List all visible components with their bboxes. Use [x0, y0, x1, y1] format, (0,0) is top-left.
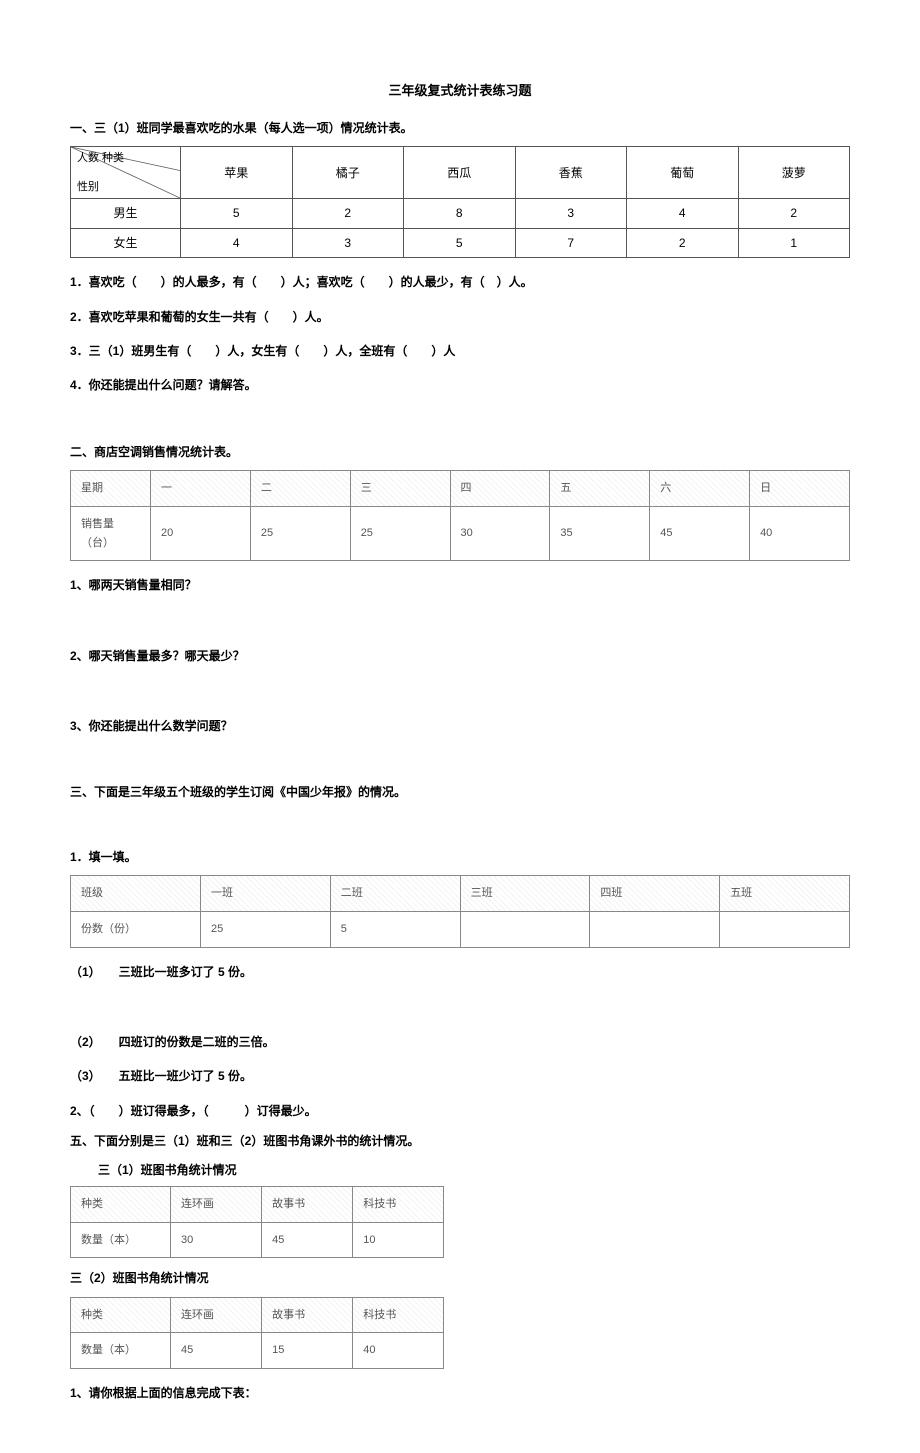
fruit-cell: 4: [627, 199, 739, 228]
sub-table: 班级 一班 二班 三班 四班 五班 份数（份） 25 5: [70, 875, 850, 947]
s2-q3: 3、你还能提出什么数学问题？: [70, 716, 850, 736]
section3-heading: 三、下面是三年级五个班级的学生订阅《中国少年报》的情况。: [70, 782, 850, 802]
fruit-cell: 1: [738, 228, 850, 257]
sub-cell: 四班: [590, 876, 720, 912]
corner-top-label: 人数 种类: [77, 149, 124, 168]
book-cell: 科技书: [353, 1297, 444, 1333]
fruit-cell: 2: [627, 228, 739, 257]
s5-t1-title: 三（1）班图书角统计情况: [98, 1160, 850, 1180]
fruit-col: 西瓜: [404, 147, 516, 199]
fruit-col: 香蕉: [515, 147, 627, 199]
fruit-cell: 5: [181, 199, 293, 228]
ac-cell: 25: [350, 506, 450, 560]
book-cell: 故事书: [262, 1297, 353, 1333]
sub-cell: 三班: [460, 876, 590, 912]
sub-cell: 一班: [201, 876, 331, 912]
ac-cell: 二: [250, 471, 350, 507]
s1-q1: 1．喜欢吃（ ）的人最多，有（ ）人；喜欢吃（ ）的人最少，有（ ）人。: [70, 272, 850, 292]
ac-cell: 六: [650, 471, 750, 507]
s3-c3: （3） 五班比一班少订了 5 份。: [70, 1066, 850, 1086]
sub-cell: 5: [330, 911, 460, 947]
book-cell: 45: [171, 1333, 262, 1369]
ac-cell: 45: [650, 506, 750, 560]
fruit-cell: 2: [292, 199, 404, 228]
book-cell: 30: [171, 1222, 262, 1258]
book-cell: 连环画: [171, 1186, 262, 1222]
book-cell: 数量（本）: [71, 1333, 171, 1369]
ac-table: 星期 一 二 三 四 五 六 日 销售量（台） 20 25 25 30 35 4…: [70, 470, 850, 561]
s5-q1: 1、请你根据上面的信息完成下表：: [70, 1383, 850, 1403]
sub-cell: [720, 911, 850, 947]
ac-cell: 四: [450, 471, 550, 507]
ac-cell: 35: [550, 506, 650, 560]
section2-heading: 二、商店空调销售情况统计表。: [70, 442, 850, 462]
ac-cell: 一: [151, 471, 251, 507]
book-cell: 45: [262, 1222, 353, 1258]
book-table-2: 种类 连环画 故事书 科技书 数量（本） 45 15 40: [70, 1297, 444, 1369]
book-cell: 15: [262, 1333, 353, 1369]
ac-cell: 五: [550, 471, 650, 507]
s2-q1: 1、哪两天销售量相同？: [70, 575, 850, 595]
ac-cell: 销售量（台）: [71, 506, 151, 560]
sub-cell: 份数（份）: [71, 911, 201, 947]
fruit-cell: 2: [738, 199, 850, 228]
fruit-cell: 4: [181, 228, 293, 257]
section5-heading: 五、下面分别是三（1）班和三（2）班图书角课外书的统计情况。: [70, 1131, 850, 1151]
sub-cell: [590, 911, 720, 947]
ac-cell: 20: [151, 506, 251, 560]
s3-c1: （1） 三班比一班多订了 5 份。: [70, 962, 850, 982]
ac-cell: 25: [250, 506, 350, 560]
s3-c2: （2） 四班订的份数是二班的三倍。: [70, 1032, 850, 1052]
book-cell: 种类: [71, 1186, 171, 1222]
sub-cell: 25: [201, 911, 331, 947]
ac-cell: 40: [750, 506, 850, 560]
corner-bottom-label: 性别: [77, 178, 99, 197]
fruit-col: 苹果: [181, 147, 293, 199]
sub-cell: 二班: [330, 876, 460, 912]
fruit-corner-cell: 人数 种类 性别: [71, 147, 181, 199]
section1-heading: 一、三（1）班同学最喜欢吃的水果（每人选一项）情况统计表。: [70, 118, 850, 138]
sub-cell: [460, 911, 590, 947]
fruit-row-label: 男生: [71, 199, 181, 228]
sub-cell: 五班: [720, 876, 850, 912]
fruit-col: 葡萄: [627, 147, 739, 199]
ac-cell: 三: [350, 471, 450, 507]
fruit-col: 菠萝: [738, 147, 850, 199]
sub-cell: 班级: [71, 876, 201, 912]
ac-cell: 30: [450, 506, 550, 560]
book-cell: 数量（本）: [71, 1222, 171, 1258]
fruit-col: 橘子: [292, 147, 404, 199]
book-cell: 种类: [71, 1297, 171, 1333]
s1-q4: 4．你还能提出什么问题？请解答。: [70, 375, 850, 395]
book-cell: 连环画: [171, 1297, 262, 1333]
fruit-cell: 3: [292, 228, 404, 257]
fruit-table: 人数 种类 性别 苹果 橘子 西瓜 香蕉 葡萄 菠萝 男生 5 2 8 3 4 …: [70, 146, 850, 258]
fruit-cell: 5: [404, 228, 516, 257]
s2-q2: 2、哪天销售量最多？哪天最少？: [70, 646, 850, 666]
ac-cell: 日: [750, 471, 850, 507]
s1-q2: 2．喜欢吃苹果和葡萄的女生一共有（ ）人。: [70, 307, 850, 327]
ac-cell: 星期: [71, 471, 151, 507]
book-cell: 40: [353, 1333, 444, 1369]
fruit-row-label: 女生: [71, 228, 181, 257]
s3-q2: 2、（ ）班订得最多，（ ）订得最少。: [70, 1101, 850, 1121]
book-cell: 科技书: [353, 1186, 444, 1222]
page-title: 三年级复式统计表练习题: [70, 80, 850, 102]
book-table-1: 种类 连环画 故事书 科技书 数量（本） 30 45 10: [70, 1186, 444, 1258]
book-cell: 故事书: [262, 1186, 353, 1222]
s1-q3: 3．三（1）班男生有（ ）人，女生有（ ）人，全班有（ ）人: [70, 341, 850, 361]
fruit-cell: 7: [515, 228, 627, 257]
fruit-cell: 3: [515, 199, 627, 228]
section3-sub: 1．填一填。: [70, 847, 850, 867]
fruit-cell: 8: [404, 199, 516, 228]
book-cell: 10: [353, 1222, 444, 1258]
s5-t2-title: 三（2）班图书角统计情况: [70, 1268, 850, 1288]
